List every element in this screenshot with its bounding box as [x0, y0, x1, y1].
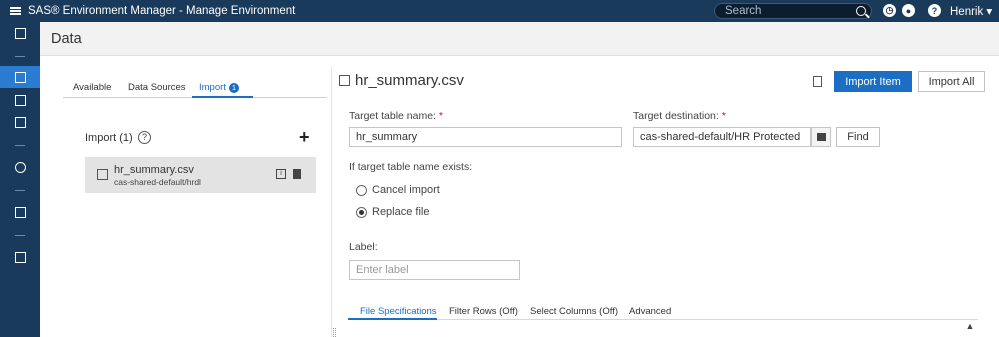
users-nav-item[interactable]	[0, 246, 40, 268]
help-icon[interactable]: ?	[928, 4, 941, 17]
search-placeholder: Search	[725, 5, 762, 17]
import-item-button[interactable]: Import Item	[834, 71, 912, 92]
jobs-nav-item[interactable]	[0, 201, 40, 223]
info-icon[interactable]: i	[276, 169, 286, 179]
search-icon[interactable]	[856, 6, 866, 16]
nav-separator	[15, 56, 25, 57]
file-name: hr_summary.csv	[114, 164, 194, 176]
users-icon	[14, 251, 26, 263]
profile-icon[interactable]: ●	[902, 4, 915, 17]
import-header: Import (1)	[85, 132, 133, 144]
left-tabs: Available Data Sources Import 1	[63, 78, 327, 98]
content-nav-item[interactable]	[0, 111, 40, 133]
nav-separator	[15, 145, 25, 146]
cancel-import-label: Cancel import	[372, 184, 440, 196]
search-input[interactable]: Search	[714, 3, 872, 19]
splitter-handle[interactable]	[333, 328, 336, 337]
target-table-label: Target table name: *	[349, 110, 443, 122]
item-title: hr_summary.csv	[355, 72, 464, 89]
document-settings-icon[interactable]	[813, 76, 822, 87]
active-tab-indicator	[192, 96, 253, 98]
spec-tabs: File Specifications Filter Rows (Off) Se…	[348, 300, 978, 320]
reports-nav-item[interactable]	[0, 22, 40, 44]
trash-icon[interactable]	[293, 169, 301, 179]
browse-destination-icon[interactable]	[811, 127, 831, 147]
page-title: Data	[51, 31, 82, 47]
nav-separator	[15, 235, 25, 236]
page-header: Data	[40, 22, 999, 56]
label-input[interactable]: Enter label	[349, 260, 520, 280]
data-icon	[14, 71, 26, 83]
add-icon[interactable]: +	[299, 127, 310, 148]
hamburger-menu-icon[interactable]	[6, 0, 24, 22]
find-button[interactable]: Find	[836, 127, 880, 147]
exists-label: If target table name exists:	[349, 161, 473, 173]
target-destination-label: Target destination: *	[633, 110, 726, 122]
reports-icon	[14, 27, 26, 39]
cancel-import-radio[interactable]	[356, 185, 367, 196]
tab-select-columns[interactable]: Select Columns (Off)	[530, 306, 618, 317]
tab-data-sources[interactable]: Data Sources	[128, 82, 186, 93]
tab-advanced[interactable]: Advanced	[629, 306, 671, 317]
settings-nav-item[interactable]	[0, 156, 40, 178]
tab-import[interactable]: Import 1	[199, 82, 239, 93]
active-tab-indicator	[348, 318, 437, 320]
jobs-icon	[14, 206, 26, 218]
data-nav-item[interactable]	[0, 66, 40, 88]
import-all-button[interactable]: Import All	[918, 71, 985, 92]
tab-available[interactable]: Available	[73, 82, 111, 93]
servers-nav-item[interactable]	[0, 89, 40, 111]
tab-filter-rows[interactable]: Filter Rows (Off)	[449, 306, 518, 317]
settings-icon	[14, 161, 26, 173]
tab-import-label: Import	[199, 82, 226, 93]
servers-icon	[14, 94, 26, 106]
nav-separator	[15, 190, 25, 191]
target-destination-input[interactable]: cas-shared-default/HR Protected	[633, 127, 811, 147]
app-title: SAS® Environment Manager - Manage Enviro…	[28, 5, 296, 17]
import-count-badge: 1	[228, 83, 239, 93]
file-path: cas-shared-default/hrdl	[114, 177, 201, 187]
target-table-input[interactable]: hr_summary	[349, 127, 622, 147]
replace-file-radio[interactable]	[356, 207, 367, 218]
notifications-icon[interactable]: ◷	[883, 4, 896, 17]
help-circle-icon[interactable]: ?	[138, 131, 151, 144]
tab-file-specifications[interactable]: File Specifications	[360, 306, 437, 317]
content-icon	[14, 116, 26, 128]
import-list-item[interactable]: hr_summary.csv cas-shared-default/hrdl i	[85, 157, 316, 193]
table-icon	[339, 75, 350, 86]
scroll-up-icon[interactable]: ▲	[964, 321, 976, 333]
user-menu[interactable]: Henrik ▾	[950, 4, 992, 18]
table-icon	[97, 169, 108, 180]
panel-divider	[331, 66, 332, 337]
replace-file-label: Replace file	[372, 206, 430, 218]
label-field-label: Label:	[349, 241, 378, 253]
